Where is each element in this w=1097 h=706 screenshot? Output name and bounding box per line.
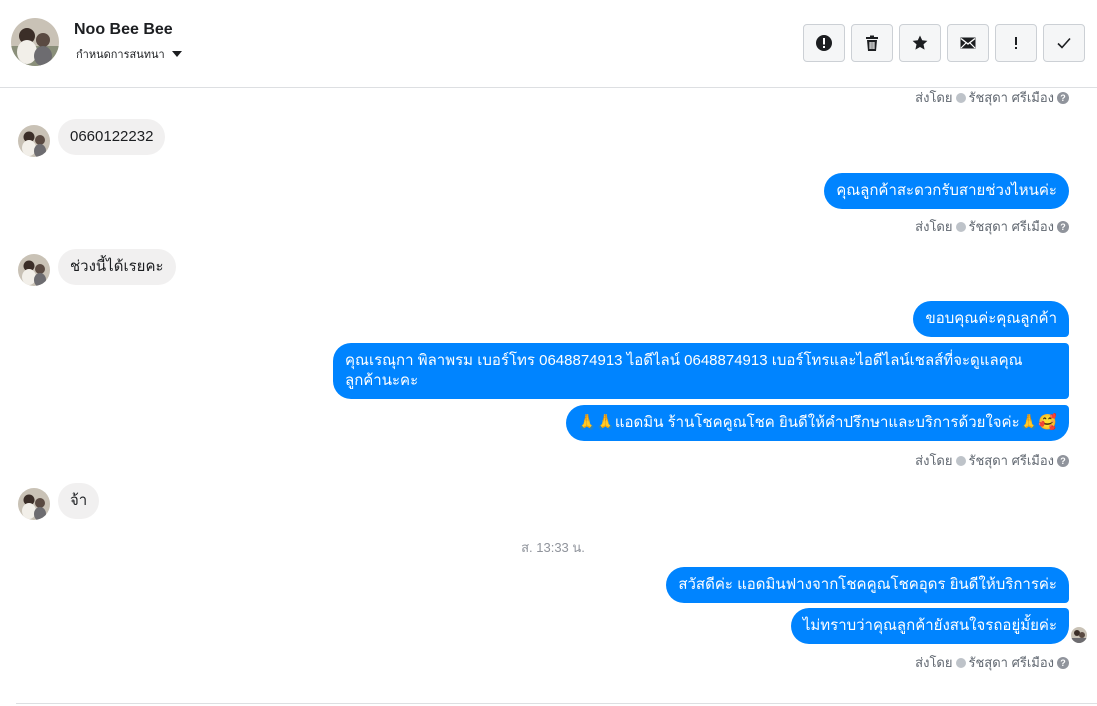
help-icon[interactable]: ? xyxy=(1057,91,1069,104)
sender-avatar xyxy=(18,488,50,520)
message-bubble-outgoing[interactable]: สวัสดีค่ะ แอดมินฟางจากโชคคูณโชคอุดร ยินด… xyxy=(666,567,1069,603)
mark-unread-button[interactable] xyxy=(947,24,989,62)
sender-avatar xyxy=(18,254,50,286)
contact-avatar[interactable] xyxy=(11,18,59,66)
agent-status-icon xyxy=(955,455,966,466)
message-bubble-incoming[interactable]: 0660122232 xyxy=(58,119,166,155)
help-icon[interactable]: ? xyxy=(1057,454,1069,467)
mark-done-button[interactable] xyxy=(1043,24,1085,62)
exclamation-icon xyxy=(1015,37,1017,49)
sent-by-meta: ส่งโดย รัชสุดา ศรีเมือง ? xyxy=(915,652,1069,673)
help-icon[interactable]: ? xyxy=(1057,220,1069,233)
agent-status-icon xyxy=(955,92,966,103)
message-bubble-outgoing[interactable]: คุณลูกค้าสะดวกรับสายช่วงไหนค่ะ xyxy=(824,173,1069,209)
message-bubble-incoming[interactable]: จ้า xyxy=(58,483,100,519)
message-bubble-outgoing[interactable]: ขอบคุณค่ะคุณลูกค้า xyxy=(913,301,1069,337)
message-bubble-outgoing[interactable]: 🙏🙏แอดมิน ร้านโชคคูณโชค ยินดีให้คำปรึกษาแ… xyxy=(565,405,1069,441)
alert-circle-icon xyxy=(816,35,832,51)
sent-by-meta: ส่งโดย รัชสุดา ศรีเมือง ? xyxy=(915,216,1069,237)
trash-icon xyxy=(866,35,878,51)
agent-name[interactable]: รัชสุดา ศรีเมือง xyxy=(969,450,1055,471)
sent-by-label: ส่งโดย xyxy=(915,219,953,234)
message-bubble-incoming[interactable]: ช่วงนี้ได้เรยคะ xyxy=(58,249,176,285)
sender-avatar xyxy=(18,125,50,157)
agent-name[interactable]: รัชสุดา ศรีเมือง xyxy=(969,216,1055,237)
conversation-actions xyxy=(803,24,1085,62)
delete-button[interactable] xyxy=(851,24,893,62)
conversation-timestamp: ส. 13:33 น. xyxy=(521,540,585,555)
contact-name[interactable]: Noo Bee Bee xyxy=(74,21,173,39)
message-bubble-outgoing[interactable]: ไม่ทราบว่าคุณลูกค้ายังสนใจรถอยู่มั้ยค่ะ xyxy=(790,608,1069,644)
sent-by-label: ส่งโดย xyxy=(915,90,953,105)
conversation-header: Noo Bee Bee กำหนดการสนทนา xyxy=(0,0,1097,88)
sent-by-meta: ส่งโดย รัชสุดา ศรีเมือง ? xyxy=(915,87,1069,108)
mark-spam-button[interactable] xyxy=(803,24,845,62)
mail-icon xyxy=(960,37,976,49)
check-icon xyxy=(1057,37,1071,49)
sent-by-label: ส่งโดย xyxy=(915,655,953,670)
star-icon xyxy=(912,35,928,50)
caret-down-icon xyxy=(171,51,182,57)
assign-label: กำหนดการสนทนา xyxy=(76,49,165,61)
help-icon[interactable]: ? xyxy=(1057,656,1069,669)
agent-status-icon xyxy=(955,221,966,232)
assign-conversation-dropdown[interactable]: กำหนดการสนทนา xyxy=(76,45,182,63)
sent-by-label: ส่งโดย xyxy=(915,453,953,468)
composer-divider xyxy=(16,703,1097,704)
agent-status-icon xyxy=(955,657,966,668)
message-bubble-outgoing[interactable]: คุณเรณุกา พิลาพรม เบอร์โทร 0648874913 ไอ… xyxy=(333,343,1069,399)
sent-by-meta: ส่งโดย รัชสุดา ศรีเมือง ? xyxy=(915,450,1069,471)
agent-name[interactable]: รัชสุดา ศรีเมือง xyxy=(969,87,1055,108)
follow-up-button[interactable] xyxy=(995,24,1037,62)
seen-avatar xyxy=(1071,627,1087,643)
agent-name[interactable]: รัชสุดา ศรีเมือง xyxy=(969,652,1055,673)
star-button[interactable] xyxy=(899,24,941,62)
